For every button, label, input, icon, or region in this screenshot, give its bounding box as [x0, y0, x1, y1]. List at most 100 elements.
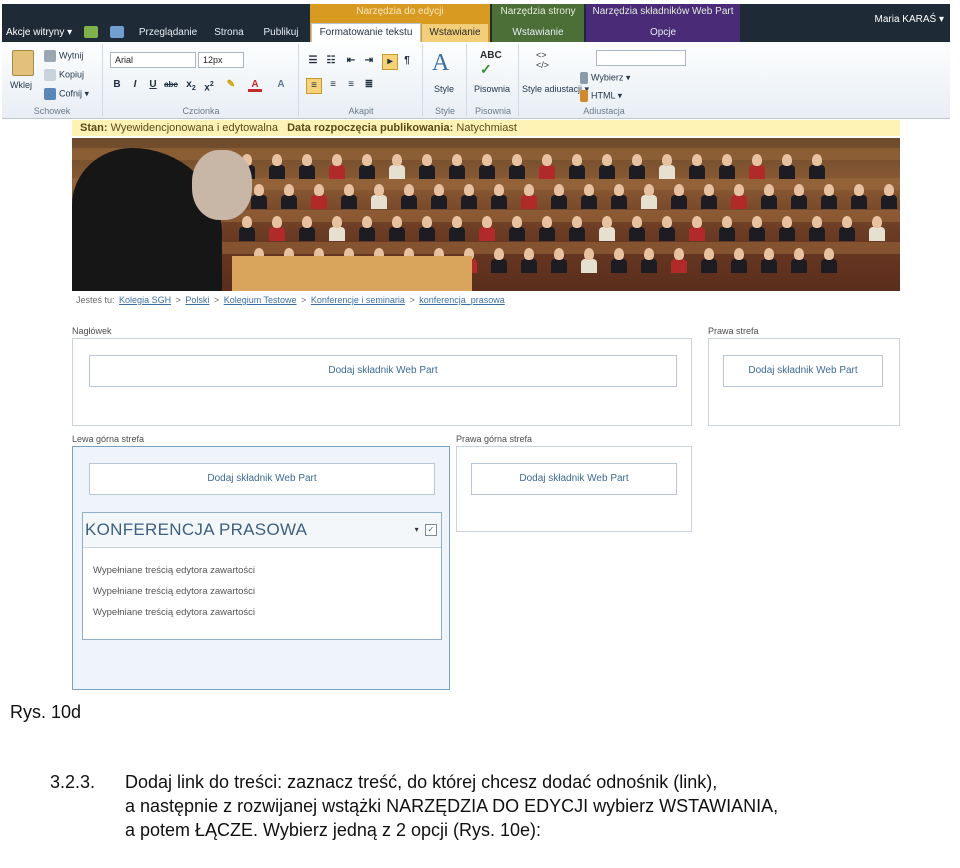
breadcrumb-link[interactable]: Konferencje i seminaria [311, 295, 405, 305]
paste-button[interactable]: Wklej [10, 80, 32, 90]
right-top-zone: Dodaj składnik Web Part [456, 446, 692, 532]
spelling-icon[interactable]: ABC ✓ [480, 50, 502, 78]
web-part-select-checkbox[interactable]: ✓ [425, 524, 437, 536]
breadcrumb-separator: > [213, 295, 220, 305]
audience-head [662, 154, 672, 166]
add-web-part-button[interactable]: Dodaj składnik Web Part [471, 463, 677, 495]
web-part-menu-icon[interactable]: ▾ [415, 513, 419, 547]
audience-head [482, 154, 492, 166]
styles-button[interactable]: Style [434, 84, 454, 94]
audience-head [764, 248, 774, 260]
audience-suit [491, 195, 507, 209]
italic-button[interactable]: I [128, 78, 142, 92]
justify-icon[interactable]: ≣ [362, 78, 376, 92]
breadcrumb-link[interactable]: konferencja_prasowa [419, 295, 505, 305]
audience-head [674, 248, 684, 260]
audience-head [812, 216, 822, 228]
audience-head [872, 216, 882, 228]
tab-browse[interactable]: Przeglądanie [134, 24, 202, 42]
audience-head [752, 216, 762, 228]
strikethrough-button[interactable]: abc [164, 78, 178, 92]
audience-head [614, 248, 624, 260]
font-name-select[interactable]: Arial [110, 52, 196, 68]
ribbon: Wklej Wytnij Kopiuj Cofnij ▾ Schowek Ari… [2, 42, 950, 119]
audience-suit [551, 259, 567, 273]
breadcrumb-link[interactable]: Kolegium Testowe [224, 295, 297, 305]
markup-select[interactable] [596, 50, 686, 66]
styles-icon[interactable]: A [432, 50, 449, 77]
tab-options[interactable]: Opcje [588, 24, 738, 42]
rtl-icon[interactable]: ¶ [400, 54, 414, 68]
user-menu[interactable]: Maria KARAŚ ▾ [875, 14, 944, 25]
tab-publish[interactable]: Publikuj [256, 24, 306, 42]
audience-suit [731, 259, 747, 273]
audience-head [302, 216, 312, 228]
align-left-icon[interactable]: ≡ [306, 78, 322, 94]
left-top-zone-label: Lewa górna strefa [72, 434, 145, 444]
add-web-part-button[interactable]: Dodaj składnik Web Part [89, 355, 677, 387]
audience-suit [491, 259, 507, 273]
numbering-icon[interactable]: ☷ [324, 54, 338, 68]
audience-suit [449, 227, 465, 241]
breadcrumb-link[interactable]: Kolegia SGH [119, 295, 171, 305]
audience-head [824, 184, 834, 196]
html-button[interactable]: HTML ▾ [580, 90, 622, 102]
spelling-group-label: Pisownia [474, 106, 512, 116]
cut-button[interactable]: Wytnij [44, 50, 83, 62]
audience-head [854, 184, 864, 196]
underline-button[interactable]: U [146, 78, 160, 92]
superscript-button[interactable]: x2 [202, 78, 216, 93]
top-bar: Akcje witryny ▾ Przeglądanie Strona Publ… [2, 4, 950, 42]
audience-head [692, 216, 702, 228]
audience-head [284, 184, 294, 196]
add-web-part-button[interactable]: Dodaj składnik Web Part [89, 463, 435, 495]
undo-button[interactable]: Cofnij ▾ [44, 88, 89, 100]
header-zone-label: Nagłówek [72, 326, 112, 336]
font-color-icon[interactable]: A [248, 78, 262, 92]
tab-format-text[interactable]: Formatowanie tekstu [311, 23, 421, 42]
tab-page[interactable]: Strona [206, 24, 252, 42]
audience-suit [461, 195, 477, 209]
audience-head [644, 248, 654, 260]
audience-head [332, 154, 342, 166]
select-button[interactable]: Wybierz ▾ [580, 72, 630, 84]
audience-suit [239, 227, 255, 241]
audience-suit [809, 227, 825, 241]
breadcrumb-separator: > [409, 295, 415, 305]
page-status-bar: Stan: Wyewidencjonowana i edytowalna Dat… [72, 120, 900, 136]
navigate-up-icon[interactable] [84, 26, 98, 38]
highlight-color-icon[interactable]: ✎ [224, 78, 238, 92]
edit-page-icon[interactable] [110, 26, 124, 38]
bullets-icon[interactable]: ☰ [306, 54, 320, 68]
paragraph-line: a potem ŁĄCZE. Wybierz jedną z 2 opcji (… [125, 820, 542, 840]
align-center-icon[interactable]: ≡ [326, 78, 340, 92]
site-actions-menu[interactable]: Akcje witryny ▾ [6, 24, 72, 42]
tab-insert-edit[interactable]: Wstawianie [422, 24, 488, 42]
align-right-icon[interactable]: ≡ [344, 78, 358, 92]
clear-format-icon[interactable]: A [274, 78, 288, 92]
bold-button[interactable]: B [110, 78, 124, 92]
font-size-select[interactable]: 12px [198, 52, 244, 68]
audience-head [824, 248, 834, 260]
add-web-part-button[interactable]: Dodaj składnik Web Part [723, 355, 883, 387]
subscript-button[interactable]: x2 [184, 78, 198, 92]
web-part-title-bar: KONFERENCJA PRASOWA ▾ ✓ [83, 513, 441, 548]
markup-styles-icon[interactable]: <> </> [536, 50, 549, 70]
breadcrumb-link[interactable]: Polski [185, 295, 209, 305]
audience-head [632, 216, 642, 228]
ltr-icon[interactable]: ▸ [382, 54, 398, 70]
audience-head [542, 216, 552, 228]
spelling-button[interactable]: Pisownia [474, 84, 510, 94]
scissors-icon [44, 50, 56, 62]
outdent-icon[interactable]: ⇤ [344, 54, 358, 68]
audience-head [572, 154, 582, 166]
audience-suit [509, 165, 525, 179]
paste-icon[interactable] [12, 50, 34, 76]
copy-button[interactable]: Kopiuj [44, 69, 84, 81]
tab-insert-page[interactable]: Wstawianie [494, 24, 582, 42]
indent-icon[interactable]: ⇥ [362, 54, 376, 68]
markup-group-label: Adiustacja [583, 106, 625, 116]
audience-suit [269, 227, 285, 241]
audience-suit [689, 165, 705, 179]
markup-styles-button[interactable]: Style adiustacji ▾ [522, 84, 589, 95]
